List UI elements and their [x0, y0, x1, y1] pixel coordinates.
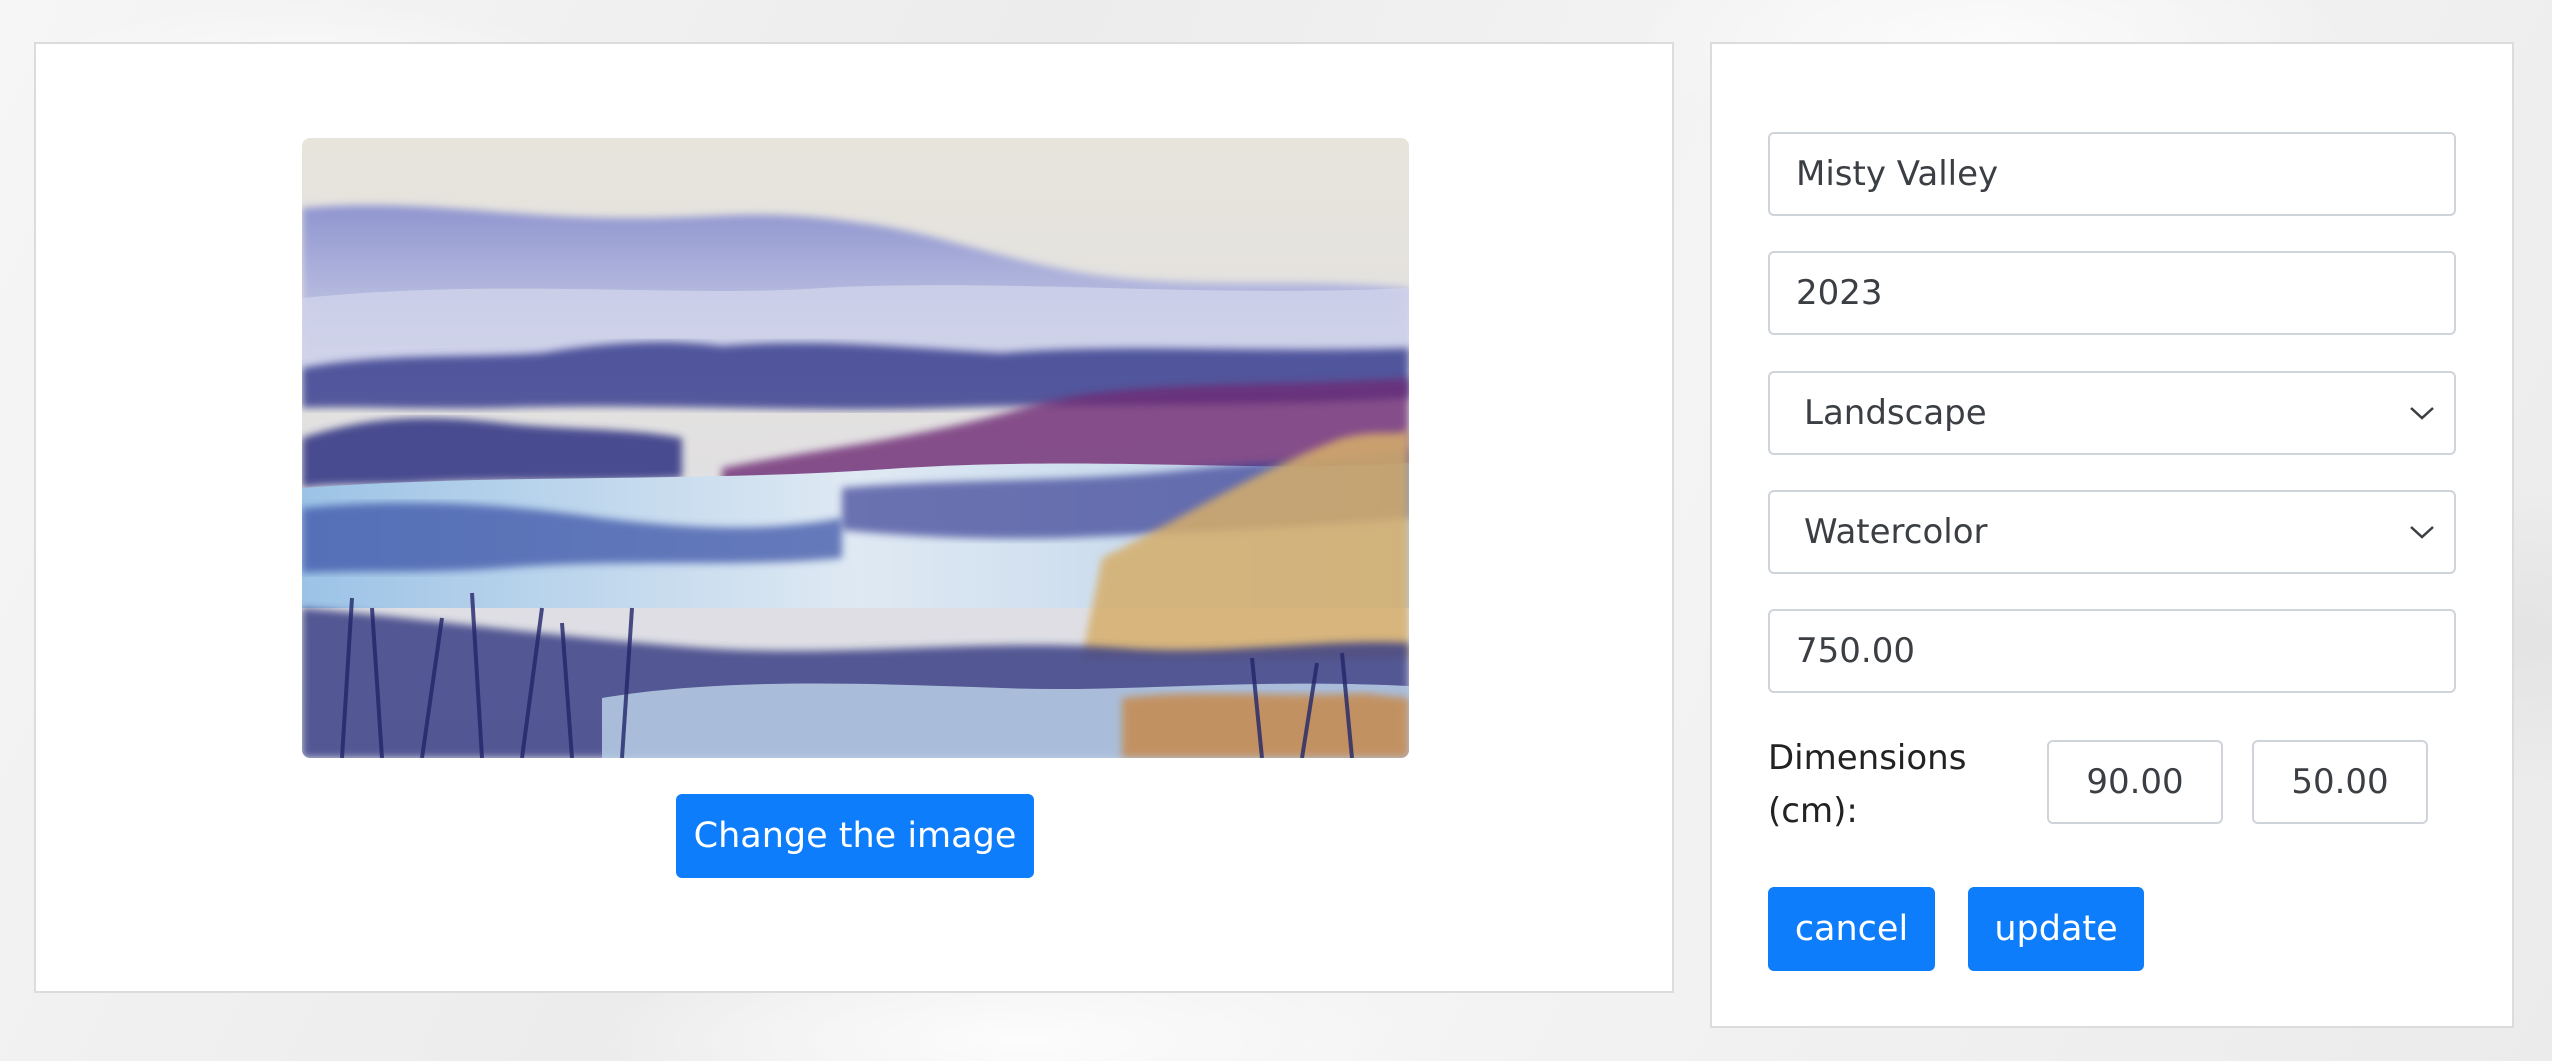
cancel-button[interactable]: cancel: [1768, 887, 1935, 971]
height-input-value: 50.00: [2291, 762, 2389, 802]
artwork-edit-form: Misty Valley 2023 Landscape Watercolor 7…: [1710, 42, 2514, 1028]
chevron-down-icon: [2410, 526, 2434, 539]
change-image-button[interactable]: Change the image: [676, 794, 1034, 878]
width-input[interactable]: 90.00: [2047, 740, 2223, 824]
title-input[interactable]: Misty Valley: [1768, 132, 2456, 216]
year-input[interactable]: 2023: [1768, 251, 2456, 335]
title-input-value: Misty Valley: [1796, 154, 1999, 194]
price-input-value: 750.00: [1796, 631, 1915, 671]
chevron-down-icon: [2410, 407, 2434, 420]
price-input[interactable]: 750.00: [1768, 609, 2456, 693]
update-button[interactable]: update: [1968, 887, 2144, 971]
image-panel: Change the image: [34, 42, 1674, 993]
height-input[interactable]: 50.00: [2252, 740, 2428, 824]
dimensions-label: Dimensions (cm):: [1768, 738, 1967, 831]
year-input-value: 2023: [1796, 273, 1883, 313]
genre-select-value: Landscape: [1804, 393, 1987, 433]
genre-select[interactable]: Landscape: [1768, 371, 2456, 455]
medium-select-value: Watercolor: [1804, 512, 1988, 552]
artwork-image: [302, 138, 1409, 758]
width-input-value: 90.00: [2086, 762, 2184, 802]
medium-select[interactable]: Watercolor: [1768, 490, 2456, 574]
